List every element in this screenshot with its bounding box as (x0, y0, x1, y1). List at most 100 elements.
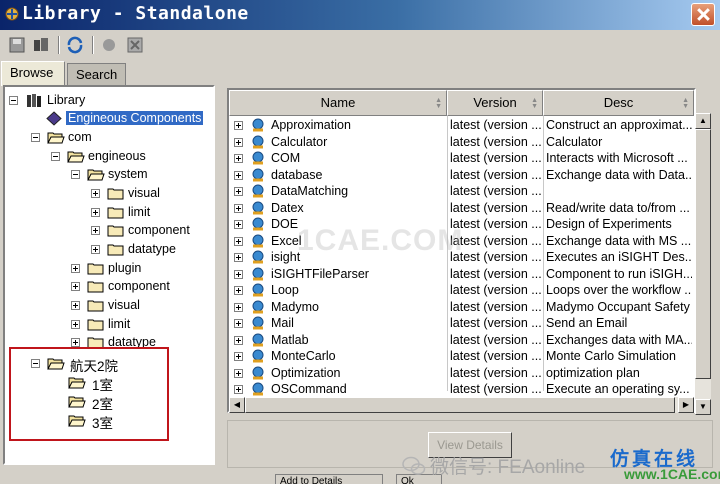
folder-icon (87, 319, 104, 331)
expand-icon[interactable] (91, 245, 100, 254)
scroll-left-icon[interactable]: ◀ (229, 397, 245, 413)
cell-desc: Calculator (546, 134, 603, 149)
expand-icon[interactable] (234, 137, 243, 147)
column-header-desc[interactable]: Desc ▲ ▼ (543, 90, 694, 116)
component-icon (252, 184, 264, 198)
table-row[interactable]: MonteCarlo latest (version ... Monte Carlo… (229, 348, 694, 365)
expand-icon[interactable] (234, 335, 243, 345)
component-name: Optimization (271, 365, 341, 380)
component-icon (252, 333, 264, 346)
table-row[interactable]: Loop latest (version ... Loops over the wo… (229, 282, 694, 299)
table-row[interactable]: iSIGHTFileParser latest (version ... Compo… (229, 266, 694, 283)
cell-desc: Monte Carlo Simulation (546, 349, 676, 363)
cell-version: latest (version ... (450, 151, 542, 165)
expand-icon[interactable] (71, 301, 80, 310)
expand-icon[interactable] (234, 385, 243, 394)
tree-label: component (128, 223, 190, 237)
cell-desc: Interacts with Microsoft ... (546, 151, 688, 165)
scroll-thumb[interactable] (695, 129, 711, 379)
close-doc-icon[interactable] (126, 36, 144, 54)
table-row[interactable]: OSCommand latest (version ... Execute an o… (229, 381, 694, 398)
save-icon[interactable] (8, 36, 26, 54)
expand-icon[interactable] (234, 236, 243, 246)
expand-icon[interactable] (234, 319, 243, 328)
cell-version: latest (version ... (450, 184, 542, 198)
expand-icon[interactable] (234, 154, 243, 163)
expand-icon[interactable] (234, 368, 243, 378)
cell-desc: Send an Email (546, 316, 628, 330)
scroll-thumb[interactable] (245, 397, 675, 413)
table-row[interactable]: Mail latest (version ... Send an Email (229, 315, 694, 332)
tree-label: visual (128, 186, 160, 200)
window-title: Library - Standalone (22, 3, 249, 24)
cell-name: DataMatching (229, 183, 447, 200)
expand-icon[interactable] (91, 208, 100, 217)
component-icon (252, 118, 264, 132)
component-name: Mail (271, 316, 294, 330)
expand-icon[interactable] (234, 286, 243, 295)
cell-name: Madymo (229, 299, 447, 316)
vertical-scrollbar[interactable]: ▲ ▼ (695, 113, 711, 415)
table-header: Name ▲ ▼ Version ▲ ▼ Desc ▲ ▼ (229, 90, 694, 116)
tab-search[interactable]: Search (67, 63, 126, 85)
expand-icon[interactable] (71, 264, 80, 273)
expand-icon[interactable] (234, 121, 243, 130)
expand-icon[interactable] (71, 338, 80, 347)
table-row[interactable]: COM latest (version ... Interacts with Mic… (229, 150, 694, 167)
expand-icon[interactable] (234, 352, 243, 361)
tree-label: component (108, 279, 170, 293)
scroll-down-icon[interactable]: ▼ (695, 399, 711, 415)
component-icon (252, 267, 264, 280)
folder-icon (107, 225, 124, 237)
cell-name: Datex (229, 200, 447, 217)
collapse-icon[interactable] (71, 170, 80, 179)
column-header-name[interactable]: Name ▲ ▼ (229, 90, 447, 116)
cell-version: latest (version ... (450, 167, 542, 182)
expand-icon[interactable] (234, 253, 243, 262)
expand-icon[interactable] (234, 302, 243, 312)
column-header-version[interactable]: Version ▲ ▼ (447, 90, 543, 116)
expand-icon[interactable] (234, 187, 243, 196)
collapse-icon[interactable] (31, 133, 40, 142)
collapse-icon[interactable] (51, 152, 60, 161)
expand-icon[interactable] (234, 170, 243, 180)
add-to-details-button[interactable]: Add to Details (275, 474, 383, 484)
collapse-icon[interactable] (9, 96, 18, 105)
books-icon (27, 94, 41, 107)
cell-version: latest (version ... (450, 217, 542, 231)
library-icon[interactable] (32, 36, 50, 54)
expand-icon[interactable] (234, 220, 243, 229)
expand-icon[interactable] (234, 203, 243, 213)
component-name: iSIGHTFileParser (271, 266, 369, 281)
site-logo-url: www.1CAE.com (624, 466, 720, 482)
refresh-icon[interactable] (66, 36, 84, 54)
tab-browse[interactable]: Browse (1, 61, 65, 86)
cell-version: latest (version ... (450, 349, 542, 363)
cell-name: Loop (229, 282, 447, 299)
cell-version: latest (version ... (450, 365, 542, 380)
cell-version: latest (version ... (450, 332, 542, 347)
expand-icon[interactable] (91, 226, 100, 235)
cell-desc: optimization plan (546, 365, 640, 380)
table-row[interactable]: Madymo latest (version ... Madymo Occupant… (229, 299, 694, 316)
table-row[interactable]: Matlab latest (version ... Exchanges data … (229, 332, 694, 349)
expand-icon[interactable] (71, 282, 80, 291)
table-row[interactable]: DataMatching latest (version ... (229, 183, 694, 200)
component-icon[interactable] (100, 36, 118, 54)
expand-icon[interactable] (91, 189, 100, 198)
expand-icon[interactable] (234, 269, 243, 279)
wechat-icon (402, 456, 426, 475)
cell-desc: Design of Experiments (546, 217, 672, 231)
folder-open-icon (67, 151, 85, 163)
scroll-up-icon[interactable]: ▲ (695, 113, 711, 129)
table-row[interactable]: Optimization latest (version ... optimizat… (229, 365, 694, 382)
close-window-button[interactable] (691, 3, 715, 26)
expand-icon[interactable] (71, 320, 80, 329)
cell-name: Calculator (229, 134, 447, 151)
table-row[interactable]: database latest (version ... Exchange data… (229, 167, 694, 184)
scroll-right-icon[interactable]: ▶ (678, 397, 694, 413)
horizontal-scrollbar[interactable]: ◀ ▶ (229, 397, 694, 413)
table-row[interactable]: Datex latest (version ... Read/write data … (229, 200, 694, 217)
table-row[interactable]: Calculator latest (version ... Calculator (229, 134, 694, 151)
table-row[interactable]: Approximation latest (version ... Construc… (229, 117, 694, 134)
